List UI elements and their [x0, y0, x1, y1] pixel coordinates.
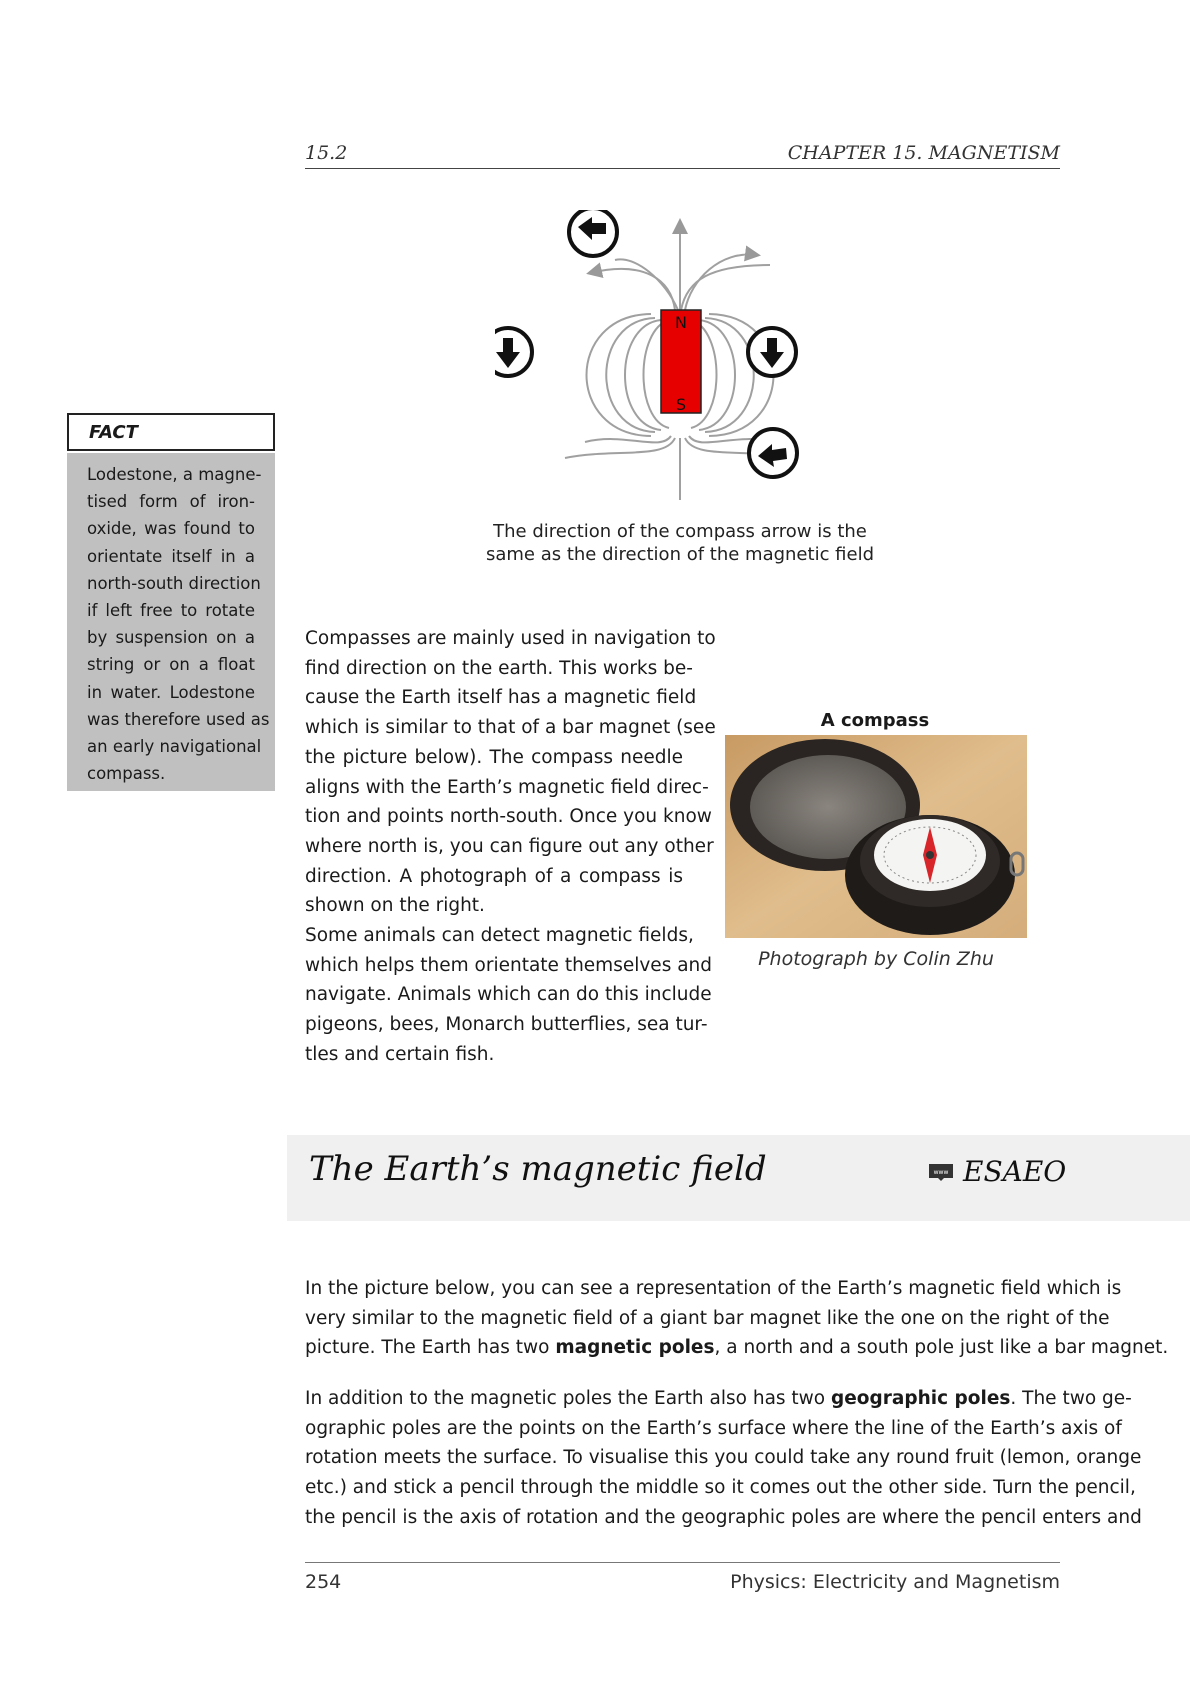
text-line: rotation meets the surface. To visualise…	[305, 1447, 1142, 1469]
text-line: cause the Earth itself has a magnetic fi…	[305, 687, 697, 709]
fact-line: compass.	[87, 764, 166, 784]
caption-line: The direction of the compass arrow is th…	[493, 521, 867, 542]
text-line: very similar to the magnetic field of a …	[305, 1307, 1110, 1329]
text-line: tion and points north-south. Once you kn…	[305, 806, 712, 828]
text-line: the pencil is the axis of rotation and t…	[305, 1506, 1142, 1528]
section-number: 15.2	[305, 142, 348, 164]
fact-line: string or on a float	[87, 655, 255, 675]
fact-line: by suspension on a	[87, 628, 255, 648]
fact-line: if left free to rotate	[87, 601, 255, 621]
text-line: Compasses are mainly used in navigation …	[305, 628, 716, 649]
text-line: direction. A photograph of a compass is	[305, 865, 683, 887]
fact-line: north-south direction	[87, 573, 261, 593]
text-line: find direction on the earth. This works …	[305, 657, 693, 679]
section-heading: The Earth’s magnetic field www ESAEO	[287, 1135, 1190, 1221]
text-line: which helps them orientate themselves an…	[305, 954, 713, 976]
text-fragment: , a north and a south pole just like a b…	[714, 1337, 1169, 1359]
fact-line: oxide, was found to	[87, 519, 255, 539]
fact-body: Lodestone, a magne- tised form of iron- …	[67, 453, 275, 791]
compass-photo	[725, 735, 1027, 938]
term-magnetic-poles: magnetic poles	[555, 1337, 715, 1359]
text-line: Some animals can detect magnetic fields,	[305, 925, 694, 947]
svg-text:www: www	[934, 1169, 949, 1176]
text-line: In addition to the magnetic poles the Ea…	[305, 1384, 1132, 1414]
text-fragment: . The two ge-	[1010, 1388, 1132, 1409]
fact-line: an early navigational	[87, 737, 262, 757]
chapter-title: CHAPTER 15. MAGNETISM	[787, 142, 1060, 164]
fact-title: FACT	[67, 413, 275, 451]
photo-credit: Photograph by Colin Zhu	[758, 948, 994, 970]
magnetic-field-diagram: N S	[495, 210, 799, 500]
running-footer: 254 Physics: Electricity and Magnetism	[305, 1562, 1060, 1593]
paragraph-magnetic-poles: In the picture below, you can see a repr…	[305, 1274, 1168, 1363]
text-line: which is similar to that of a bar magnet…	[305, 717, 716, 739]
fact-line: Lodestone, a magne-	[87, 465, 262, 484]
text-line: the picture below). The compass needle	[305, 746, 683, 768]
www-icon: www	[929, 1163, 953, 1181]
caption-line: same as the direction of the magnetic fi…	[485, 544, 875, 565]
text-fragment: In addition to the magnetic poles the Ea…	[305, 1388, 832, 1409]
fact-line: was therefore used as	[87, 709, 270, 729]
figure-caption: The direction of the compass arrow is th…	[460, 520, 900, 566]
magnet-south-label: S	[676, 395, 686, 414]
book-title: Physics: Electricity and Magnetism	[730, 1571, 1060, 1593]
text-line: navigate. Animals which can do this incl…	[305, 984, 712, 1006]
page-number: 254	[305, 1571, 342, 1593]
compass-bottom-right-icon	[747, 427, 799, 479]
fact-line: orientate itself in a	[87, 546, 255, 566]
text-line: where north is, you can figure out any o…	[305, 835, 714, 857]
text-line: aligns with the Earth’s magnetic field d…	[305, 776, 709, 798]
text-line: tles and certain fish.	[305, 1043, 495, 1065]
text-line: pigeons, bees, Monarch butterflies, sea …	[305, 1014, 708, 1036]
text-line: shown on the right.	[305, 895, 485, 917]
magnet-north-label: N	[675, 313, 687, 332]
section-title: The Earth’s magnetic field	[309, 1149, 767, 1189]
term-geographic-poles: geographic poles	[831, 1388, 1011, 1409]
photo-title: A compass	[820, 710, 930, 731]
running-header: 15.2 CHAPTER 15. MAGNETISM	[305, 140, 1060, 169]
text-fragment: picture. The Earth has two	[305, 1337, 556, 1359]
fact-box: FACT Lodestone, a magne- tised form of i…	[67, 413, 275, 791]
fact-line: in water. Lodestone	[87, 682, 255, 702]
compass-text-column: Compasses are mainly used in navigation …	[305, 624, 716, 1070]
section-code: ESAEO	[963, 1155, 1067, 1188]
text-line: etc.) and stick a pencil through the mid…	[305, 1477, 1136, 1499]
fact-line: tised form of iron-	[87, 492, 255, 512]
section-code-link[interactable]: www ESAEO	[929, 1155, 1066, 1188]
text-line: In the picture below, you can see a repr…	[305, 1278, 1122, 1299]
text-line: ographic poles are the points on the Ear…	[305, 1417, 1122, 1439]
paragraph-geographic-poles: In addition to the magnetic poles the Ea…	[305, 1384, 1142, 1533]
compass-right-icon	[746, 326, 798, 378]
compass-top-left-icon	[567, 210, 619, 258]
text-line: picture. The Earth has two magnetic pole…	[305, 1333, 1168, 1363]
compass-left-icon	[495, 326, 534, 378]
